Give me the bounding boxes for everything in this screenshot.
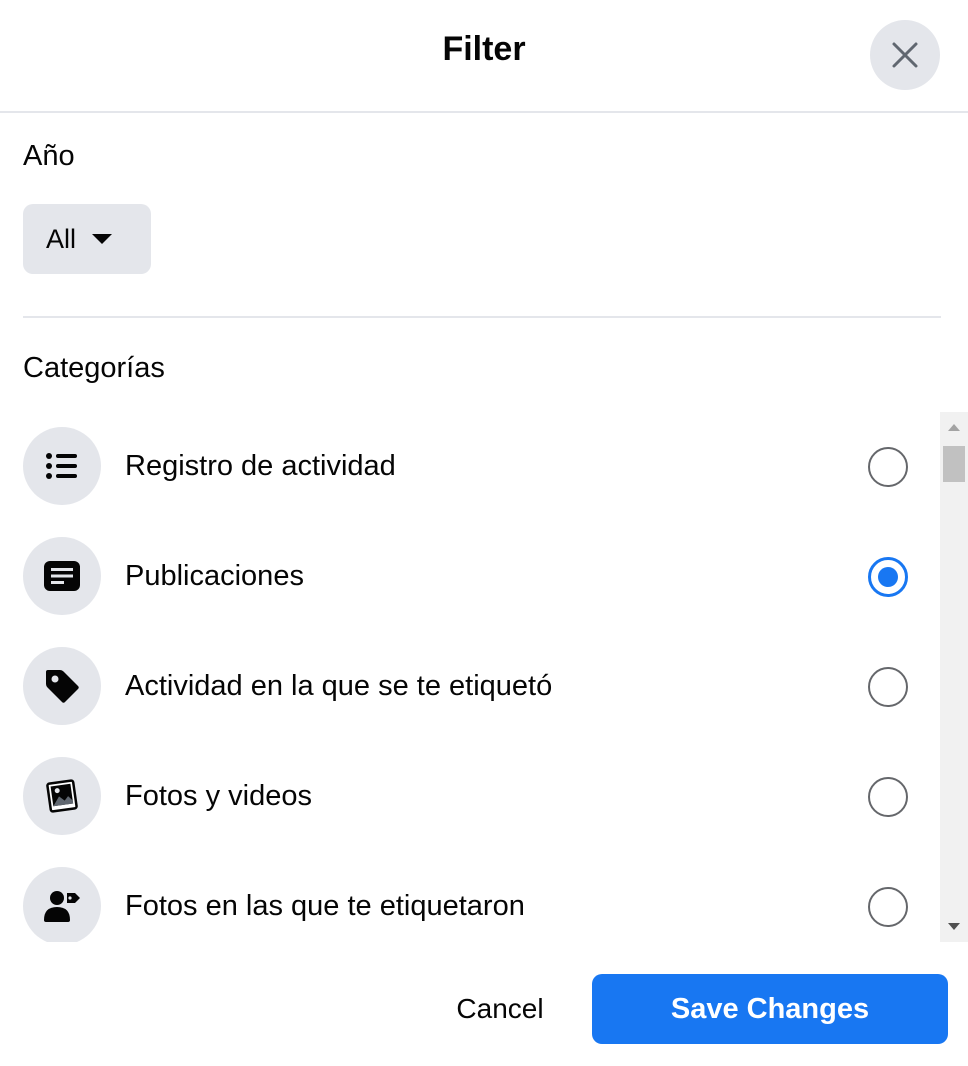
category-item-label: Fotos en las que te etiquetaron [125, 890, 525, 922]
category-item-fotos-y-videos[interactable]: Fotos y videos [0, 742, 940, 852]
category-item-label: Registro de actividad [125, 450, 396, 482]
photo-icon [23, 757, 101, 835]
close-icon [892, 42, 918, 68]
close-button[interactable] [870, 20, 940, 90]
category-radio-registro-de-actividad[interactable] [868, 447, 908, 487]
year-dropdown-value: All [46, 223, 77, 254]
category-radio-fotos-y-videos[interactable] [868, 777, 908, 817]
tagged-person-icon [23, 867, 101, 942]
section-divider [23, 316, 941, 318]
dialog-header: Filter [0, 0, 968, 112]
header-divider [0, 111, 968, 113]
scrollbar-thumb[interactable] [943, 446, 965, 482]
category-item-actividad-etiqueto[interactable]: Actividad en la que se te etiquetó [0, 632, 940, 742]
category-item-label: Publicaciones [125, 560, 304, 592]
scroll-up-arrow-icon[interactable] [948, 424, 960, 431]
category-item-publicaciones[interactable]: Publicaciones [0, 522, 940, 632]
post-icon [23, 537, 101, 615]
dialog-title: Filter [442, 30, 526, 68]
filter-dialog: Filter Año All Categorías Registro de ac… [0, 0, 968, 1066]
category-item-label: Fotos y videos [125, 780, 312, 812]
category-item-fotos-etiquetaron[interactable]: Fotos en las que te etiquetaron [0, 852, 940, 942]
categories-label: Categorías [23, 352, 165, 384]
year-dropdown[interactable]: All [23, 204, 151, 274]
category-radio-publicaciones[interactable] [868, 557, 908, 597]
categories-list: Registro de actividad Publicaciones Acti… [0, 412, 940, 942]
category-item-registro-de-actividad[interactable]: Registro de actividad [0, 412, 940, 522]
category-radio-fotos-etiquetaron[interactable] [868, 887, 908, 927]
category-item-label: Actividad en la que se te etiquetó [125, 670, 553, 702]
tag-icon [23, 647, 101, 725]
list-icon [23, 427, 101, 505]
caret-down-icon [92, 234, 113, 244]
categories-scrollbar[interactable] [940, 412, 968, 942]
category-radio-actividad-etiqueto[interactable] [868, 667, 908, 707]
save-changes-button[interactable]: Save Changes [592, 974, 948, 1044]
scroll-down-arrow-icon[interactable] [948, 923, 960, 930]
year-label: Año [23, 140, 75, 172]
cancel-button[interactable]: Cancel [430, 975, 570, 1043]
